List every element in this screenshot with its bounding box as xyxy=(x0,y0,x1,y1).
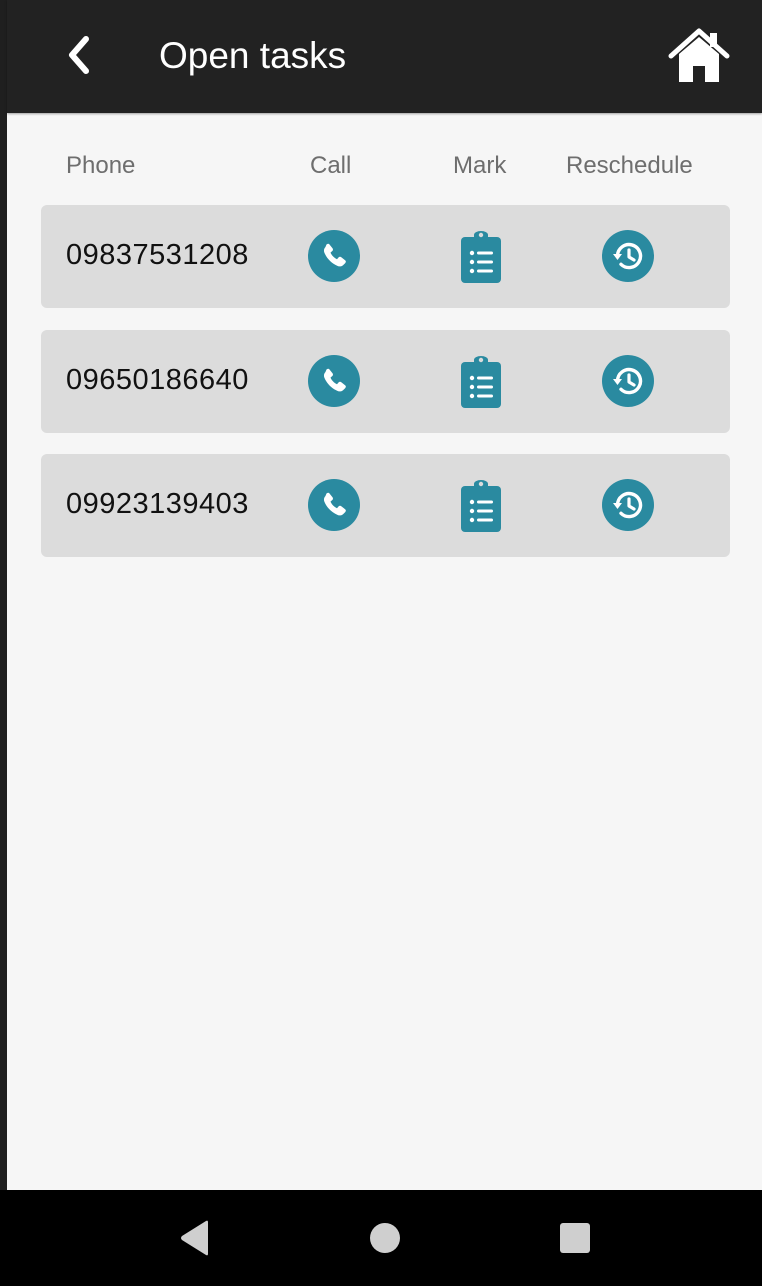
task-phone: 09923139403 xyxy=(66,488,249,520)
reschedule-button[interactable] xyxy=(602,479,654,531)
mark-button[interactable] xyxy=(455,356,507,408)
task-phone: 09650186640 xyxy=(66,364,249,396)
phone-icon xyxy=(308,355,360,407)
home-icon xyxy=(668,28,730,82)
app-bar: Open tasks xyxy=(7,0,762,113)
mark-button[interactable] xyxy=(455,231,507,283)
system-navigation-bar xyxy=(0,1190,762,1286)
mark-button[interactable] xyxy=(455,480,507,532)
call-button[interactable] xyxy=(308,355,360,407)
call-button[interactable] xyxy=(308,230,360,282)
history-icon xyxy=(602,230,654,282)
clipboard-list-icon xyxy=(461,231,501,283)
system-home-button[interactable] xyxy=(355,1208,415,1268)
column-header-call: Call xyxy=(310,152,352,179)
reschedule-button[interactable] xyxy=(602,230,654,282)
screen: Open tasks Phone Call Mark Reschedule 09… xyxy=(7,0,762,1190)
back-button[interactable] xyxy=(55,25,103,85)
task-row: 09837531208 xyxy=(41,205,730,308)
clipboard-list-icon xyxy=(461,480,501,532)
circle-home-icon xyxy=(370,1223,400,1253)
history-icon xyxy=(602,355,654,407)
column-header-reschedule: Reschedule xyxy=(566,152,693,179)
triangle-back-icon xyxy=(181,1220,208,1256)
reschedule-button[interactable] xyxy=(602,355,654,407)
column-header-mark: Mark xyxy=(453,152,507,179)
history-icon xyxy=(602,479,654,531)
system-recents-button[interactable] xyxy=(545,1208,605,1268)
task-row: 09650186640 xyxy=(41,330,730,433)
task-phone: 09837531208 xyxy=(66,239,249,271)
call-button[interactable] xyxy=(308,479,360,531)
chevron-left-icon xyxy=(69,36,89,74)
page-title: Open tasks xyxy=(159,35,347,76)
phone-icon xyxy=(308,230,360,282)
square-recents-icon xyxy=(560,1223,590,1253)
column-header-phone: Phone xyxy=(66,152,136,179)
system-back-button[interactable] xyxy=(165,1208,225,1268)
home-button[interactable] xyxy=(663,20,735,92)
table-header: Phone Call Mark Reschedule xyxy=(7,148,762,184)
clipboard-list-icon xyxy=(461,356,501,408)
phone-icon xyxy=(308,479,360,531)
task-row: 09923139403 xyxy=(41,454,730,557)
